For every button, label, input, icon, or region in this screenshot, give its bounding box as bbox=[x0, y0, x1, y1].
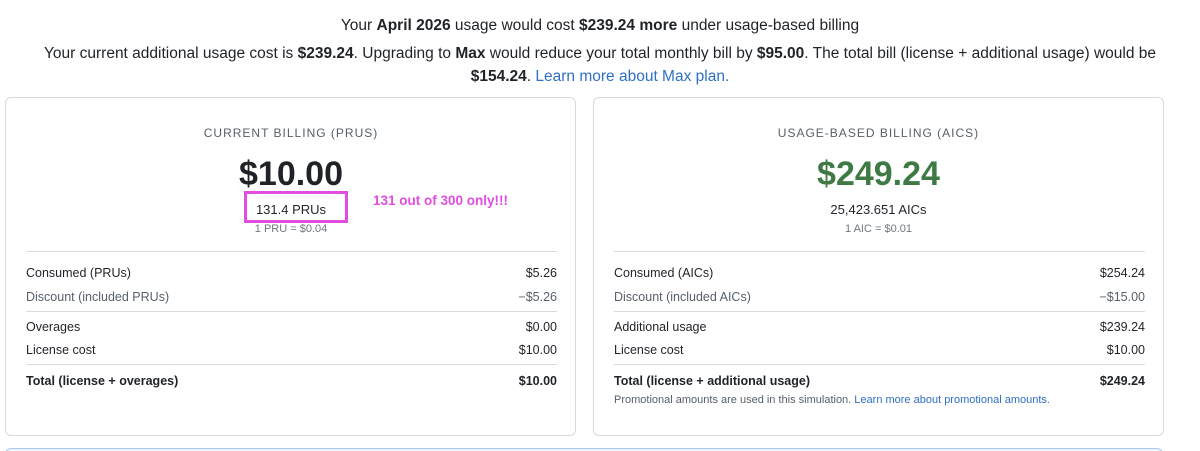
row-discount: Discount (included AICs) −$15.00 bbox=[614, 290, 1145, 304]
row-consumed: Consumed (PRUs) $5.26 bbox=[26, 266, 557, 280]
divider bbox=[26, 251, 557, 252]
upgraded-total: $154.24 bbox=[470, 68, 527, 85]
divider bbox=[26, 311, 557, 312]
divider bbox=[26, 364, 557, 365]
current-billing-card: CURRENT BILLING (PRUS) $10.00 131.4 PRUs… bbox=[5, 97, 576, 436]
usage-based-billing-card: USAGE-BASED BILLING (AICS) $249.24 25,42… bbox=[593, 97, 1164, 436]
max-plan-link[interactable]: Learn more about Max plan. bbox=[535, 68, 729, 85]
current-billing-amount: $10.00 bbox=[239, 155, 343, 193]
divider bbox=[614, 251, 1145, 252]
additional-usage-cost: $239.24 bbox=[297, 45, 354, 62]
card-title: USAGE-BASED BILLING (AICS) bbox=[777, 126, 980, 140]
row-overages: Overages $0.00 bbox=[26, 320, 557, 334]
row-discount: Discount (included PRUs) −$5.26 bbox=[26, 290, 557, 304]
row-license-cost: License cost $10.00 bbox=[26, 343, 557, 357]
billing-month: April 2026 bbox=[376, 17, 451, 34]
usage-cost-summary: Your April 2026 usage would cost $239.24… bbox=[340, 17, 860, 34]
row-additional-usage: Additional usage $239.24 bbox=[614, 320, 1145, 334]
aic-rate: 1 AIC = $0.01 bbox=[845, 223, 912, 235]
row-total: Total (license + overages) $10.00 bbox=[26, 374, 557, 388]
upgrade-summary: Your current additional usage cost is $2… bbox=[44, 45, 1156, 85]
promotional-amounts-link[interactable]: Learn more about promotional amounts. bbox=[854, 394, 1050, 406]
divider bbox=[614, 364, 1145, 365]
promo-note: Promotional amounts are used in this sim… bbox=[614, 394, 1050, 406]
annotation-text: 131 out of 300 only!!! bbox=[373, 193, 509, 208]
divider bbox=[614, 311, 1145, 312]
usage-billing-amount: $249.24 bbox=[817, 155, 940, 193]
savings-amount: $95.00 bbox=[756, 45, 805, 62]
card-title: CURRENT BILLING (PRUS) bbox=[203, 126, 379, 140]
highlight-annotation-box bbox=[244, 191, 348, 223]
aic-count: 25,423.651 AICs bbox=[830, 202, 927, 217]
pru-rate: 1 PRU = $0.04 bbox=[254, 223, 328, 235]
row-consumed: Consumed (AICs) $254.24 bbox=[614, 266, 1145, 280]
row-license-cost: License cost $10.00 bbox=[614, 343, 1145, 357]
plan-name: Max bbox=[455, 45, 486, 62]
extra-cost: $239.24 more bbox=[579, 17, 678, 34]
row-total: Total (license + additional usage) $249.… bbox=[614, 374, 1145, 388]
